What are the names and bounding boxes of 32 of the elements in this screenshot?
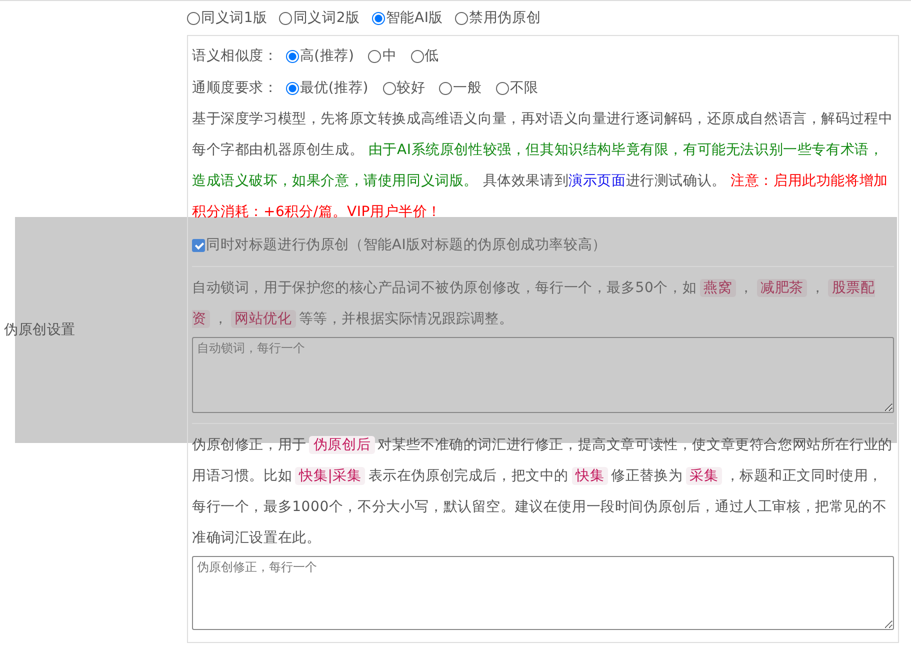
option-label: 低 [424, 47, 439, 65]
option-label: 中 [382, 47, 397, 65]
option-label: 智能AI版 [386, 9, 444, 27]
option-label: 不限 [510, 79, 538, 97]
field-label: 通顺度要求： [192, 79, 278, 97]
radio-button[interactable] [286, 50, 299, 62]
option-label: 同义词2版 [293, 9, 360, 27]
radio-button[interactable] [286, 82, 299, 94]
section-label: 伪原创设置 [4, 320, 76, 338]
option-label: 禁用伪原创 [469, 9, 541, 27]
radio-button[interactable] [455, 12, 468, 24]
radio-button[interactable] [279, 12, 292, 24]
correction-text: 伪原创修正，用于 伪原创后 对某些不准确的词汇进行修正，提高文章可读性，使文章更符合您网站所在行业的用语习惯。比如 快集|采集 表示在伪原创完成后，把文中的 快集 修正替换为 采集 ，标题和正文同时使用，每行一个，最多1000个，不分大小写，默认留空。建议在使用一段时间伪原创后，通过人工审核，把常见的不准确词汇设置在此。 [192, 435, 894, 548]
field-label: 语义相似度： [192, 47, 278, 65]
description-text: 基于深度学习模型，先将原文转换成高维语义向量，再对语义向量进行逐词解码，还原成自然语言，解码过程中每个字都由机器原创生成。 由于AI系统原创性较强，但其知识结构毕竟有限，有可能无法识别一些专有术语，造成语义破坏，如果介意，请使用同义词版。 具体效果请到演示页面进行测试确认。 注意：启用此功能将增加积分消耗：+6积分/篇。VIP用户半价！ [192, 110, 894, 222]
radio-button[interactable] [496, 82, 509, 94]
radio-button[interactable] [382, 82, 396, 94]
option-label: 较好 [396, 79, 426, 97]
radio-button[interactable] [187, 12, 200, 24]
radio-button[interactable] [372, 12, 385, 24]
radio-button[interactable] [410, 50, 424, 62]
option-label: 最优(推荐) [300, 79, 369, 97]
correction-field[interactable]: 伪原创修正，每行一个 [192, 556, 894, 630]
checkbox[interactable] [192, 238, 205, 252]
option-label: 同义词1版 [201, 9, 268, 27]
radio-button[interactable] [439, 82, 452, 94]
demo-link[interactable]: 演示页面 [568, 173, 626, 189]
lock-words-field[interactable]: 自动锁词，每行一个 [192, 337, 894, 413]
option-label: 一般 [453, 79, 482, 97]
option-label: 高(推荐) [300, 47, 354, 65]
checkbox-label: 同时对标题进行伪原创（智能AI版对标题的伪原创成功率较高） [206, 236, 606, 254]
radio-button[interactable] [368, 50, 382, 62]
